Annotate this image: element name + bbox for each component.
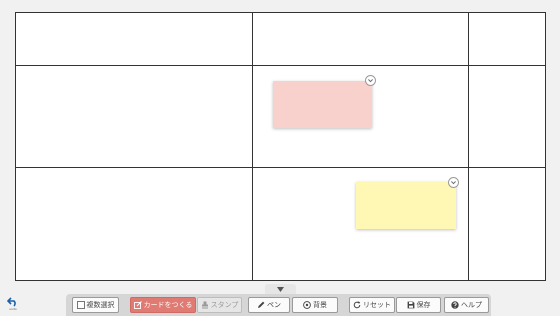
pen-icon [258, 301, 265, 308]
reset-button[interactable]: リセット [349, 297, 395, 313]
board[interactable] [15, 12, 546, 281]
stamp-icon [201, 301, 208, 309]
toolbar-collapse-handle[interactable] [265, 284, 296, 294]
save-icon [407, 301, 414, 309]
bottom-toolbar: 複数選択 カードをつくる スタンプ ペン 背景 リセット 保存 ヘルプ [66, 294, 491, 316]
grid-line-horizontal [16, 167, 545, 168]
checkbox-icon [76, 301, 85, 309]
undo-button[interactable]: undo [5, 297, 21, 315]
chevron-down-icon[interactable] [365, 75, 376, 86]
make-card-button[interactable]: カードをつくる [130, 297, 196, 313]
grid-line-horizontal [16, 65, 545, 66]
background-label: 背景 [313, 301, 327, 309]
help-icon [451, 301, 459, 309]
stamp-label: スタンプ [210, 301, 239, 309]
save-label: 保存 [416, 301, 431, 309]
chevron-down-icon[interactable] [448, 177, 459, 188]
background-icon [303, 301, 311, 309]
card-yellow[interactable] [356, 182, 456, 229]
pen-button[interactable]: ペン [248, 297, 290, 313]
refresh-icon [353, 301, 361, 309]
background-button[interactable]: 背景 [292, 297, 338, 313]
caret-down-icon [277, 286, 284, 292]
grid-line-vertical [252, 13, 253, 280]
undo-arrow-icon [7, 297, 16, 307]
undo-label: undo [9, 307, 17, 311]
edit-card-icon [133, 301, 142, 309]
save-button[interactable]: 保存 [396, 297, 441, 313]
multi-select-button[interactable]: 複数選択 [72, 297, 119, 313]
card-pink[interactable] [273, 81, 372, 128]
pen-label: ペン [267, 301, 281, 309]
make-card-label: カードをつくる [143, 301, 193, 309]
stamp-button[interactable]: スタンプ [197, 297, 242, 313]
help-label: ヘルプ [461, 301, 482, 309]
reset-label: リセット [363, 301, 391, 309]
grid-line-vertical [468, 13, 469, 280]
multi-select-label: 複数選択 [86, 301, 115, 309]
help-button[interactable]: ヘルプ [444, 297, 489, 313]
